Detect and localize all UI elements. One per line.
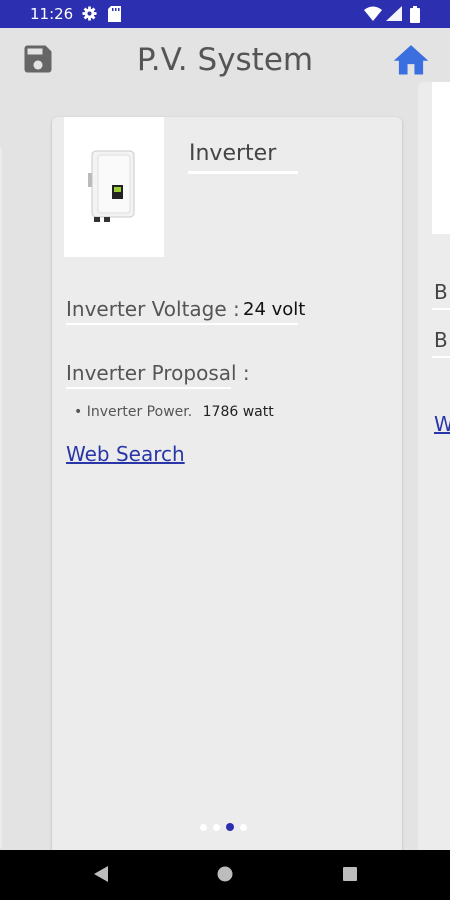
signal-icon: [386, 6, 402, 21]
next-card-peek[interactable]: B B W: [418, 82, 450, 862]
back-icon[interactable]: [91, 864, 111, 884]
web-search-link[interactable]: Web Search: [66, 442, 185, 466]
next-card-image: [432, 82, 450, 234]
bullet-icon: •: [74, 404, 83, 420]
title-divider: [188, 171, 298, 174]
proposal-label: Inverter Proposal :: [66, 361, 250, 385]
power-value: 1786 watt: [202, 404, 274, 420]
voltage-value: 24 volt: [243, 299, 306, 320]
status-time: 11:26: [30, 5, 74, 23]
power-label: Inverter Power.: [86, 404, 193, 420]
system-nav-bar: [0, 850, 450, 900]
page-indicator: [200, 818, 253, 831]
inverter-card: Inverter Inverter Voltage : 24 volt Inve…: [52, 117, 402, 857]
sd-card-icon: [108, 6, 121, 22]
next-card-divider-1: [432, 308, 450, 310]
voltage-divider: [66, 323, 298, 325]
power-list-item: • Inverter Power. 1786 watt: [74, 404, 274, 420]
wifi-icon: [364, 6, 382, 21]
page-dot-3[interactable]: [226, 823, 234, 831]
next-card-link[interactable]: W: [434, 412, 450, 436]
inverter-image: [64, 117, 164, 257]
home-nav-icon[interactable]: [216, 864, 234, 884]
page-title: P.V. System: [136, 42, 314, 78]
next-card-divider-2: [432, 356, 450, 358]
proposal-divider: [66, 387, 231, 389]
recents-icon[interactable]: [342, 864, 358, 884]
status-bar: 11:26: [0, 0, 450, 28]
page-dot-2[interactable]: [213, 824, 220, 831]
next-card-line-2: B: [434, 328, 448, 352]
previous-card-edge[interactable]: [0, 148, 2, 848]
inverter-device-icon: [88, 150, 135, 222]
voltage-label: Inverter Voltage :: [66, 297, 240, 321]
settings-icon: [82, 6, 97, 21]
card-title: Inverter: [189, 141, 277, 166]
next-card-line-1: B: [434, 280, 448, 304]
page-dot-1[interactable]: [200, 824, 207, 831]
page-dot-4[interactable]: [240, 824, 247, 831]
app-bar: P.V. System: [0, 28, 450, 98]
home-icon[interactable]: [390, 40, 432, 78]
battery-icon: [410, 6, 420, 23]
